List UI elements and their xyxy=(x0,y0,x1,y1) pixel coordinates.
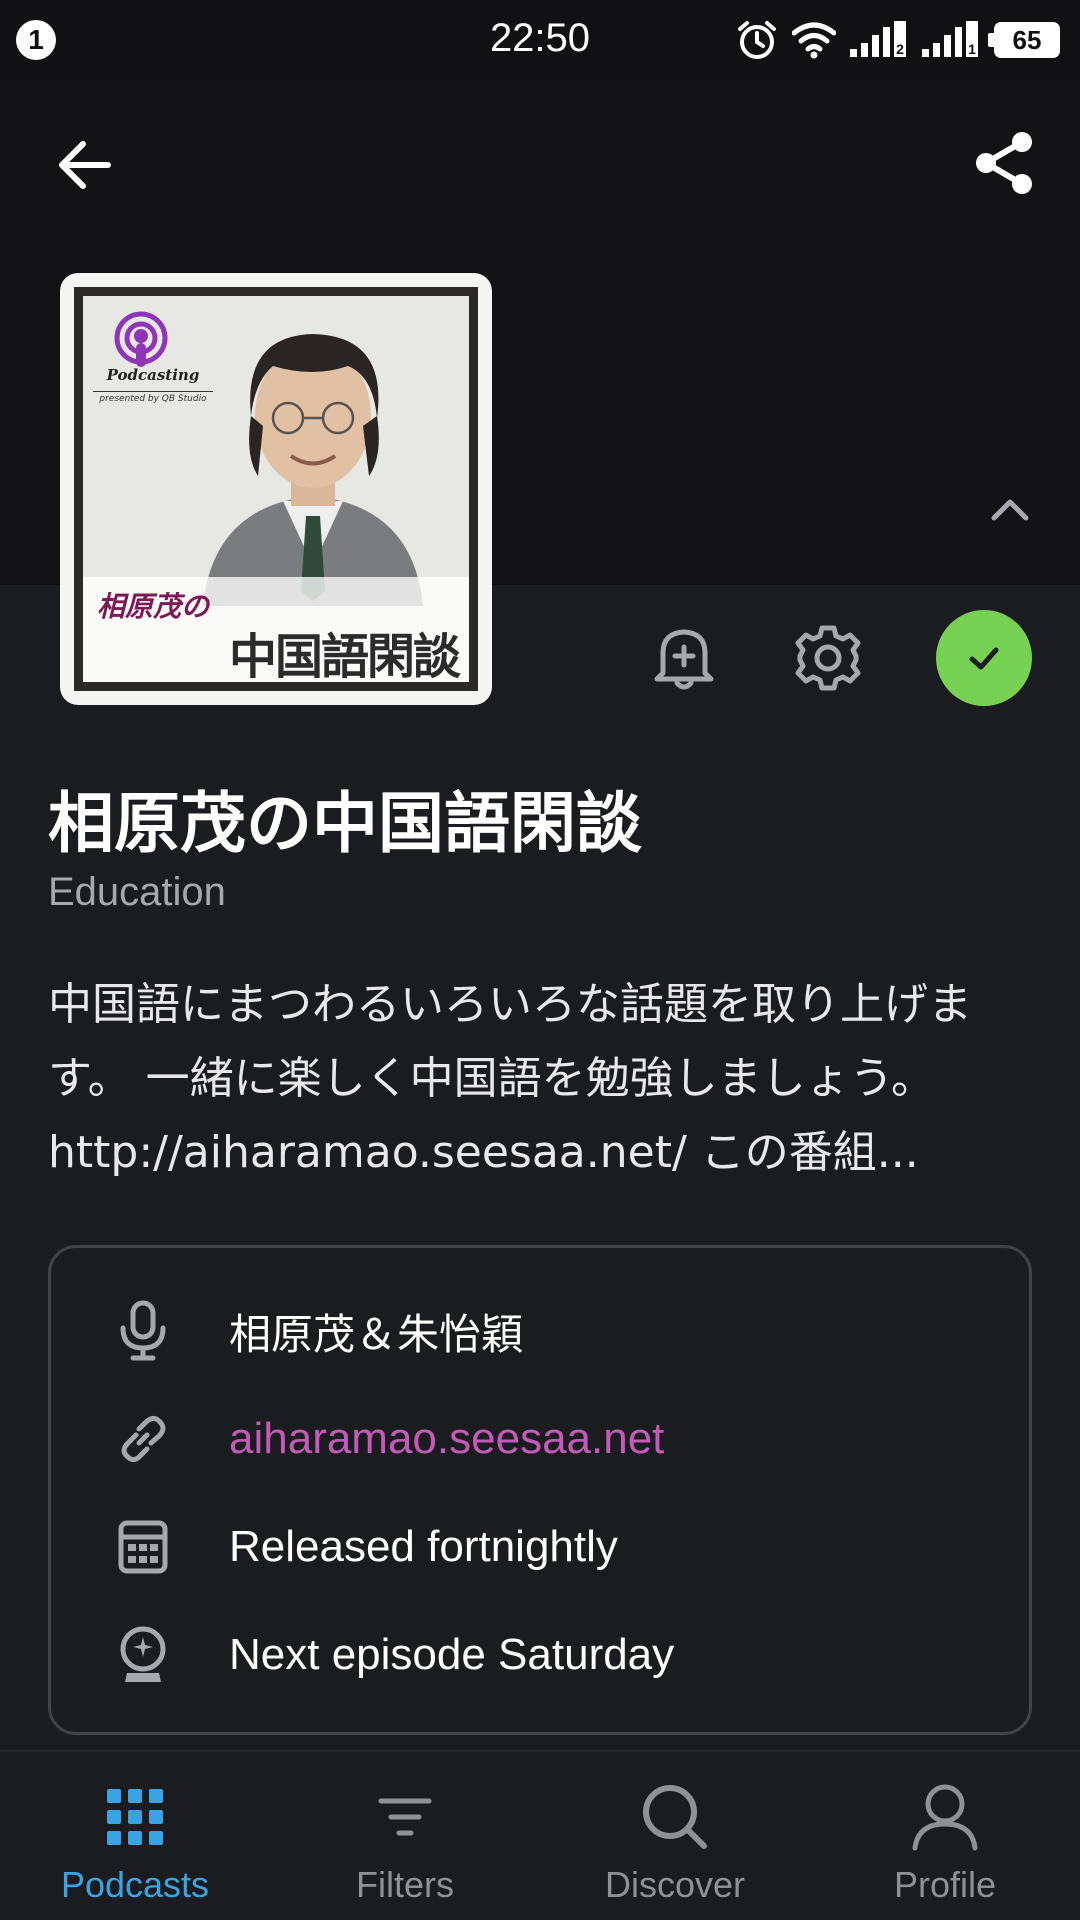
author-row: 相原茂＆朱怡穎 xyxy=(51,1286,1029,1376)
svg-text:2: 2 xyxy=(896,41,904,57)
podcast-category: Education xyxy=(48,870,226,914)
back-button[interactable] xyxy=(50,130,120,200)
person-icon xyxy=(810,1780,1080,1854)
filter-icon xyxy=(270,1780,540,1854)
wifi-icon xyxy=(792,22,836,59)
alarm-icon xyxy=(738,21,776,59)
tab-filters[interactable]: Filters xyxy=(270,1752,540,1920)
host-portrait-image xyxy=(203,334,423,606)
podcast-website-link[interactable]: aiharamao.seesaa.net xyxy=(229,1414,664,1464)
crystal-ball-icon xyxy=(113,1625,173,1685)
tab-discover-label: Discover xyxy=(604,1864,746,1905)
tab-podcasts[interactable]: Podcasts xyxy=(0,1752,270,1920)
podcast-settings-button[interactable] xyxy=(780,610,876,706)
artwork-frame: Podcasting presented by QB Studio 相原茂の 中… xyxy=(74,287,478,691)
next-episode-row: Next episode Saturday xyxy=(51,1610,1029,1700)
podcast-description[interactable]: 中国語にまつわるいろいろな話題を取り上げます。 一緒に楽しく中国語を勉強しましょ… xyxy=(48,968,1038,1190)
podcast-author: 相原茂＆朱怡穎 xyxy=(229,1309,524,1359)
share-button[interactable] xyxy=(970,128,1040,198)
calendar-icon xyxy=(113,1517,173,1577)
release-frequency-row: Released fortnightly xyxy=(51,1502,1029,1592)
podcast-title: 相原茂の中国語閑談 xyxy=(48,785,642,862)
bottom-navigation: Podcasts Filters Discover Profile xyxy=(0,1750,1080,1920)
next-episode: Next episode Saturday xyxy=(229,1630,675,1679)
tab-profile-label: Profile xyxy=(893,1864,997,1905)
podcast-artwork: Podcasting presented by QB Studio 相原茂の 中… xyxy=(60,273,492,705)
artwork-title-band: 相原茂の 中国語閑談 xyxy=(83,577,469,682)
bell-plus-icon xyxy=(654,629,714,690)
tab-discover[interactable]: Discover xyxy=(540,1752,810,1920)
podcasts-logo-icon xyxy=(114,311,168,367)
artwork-title-small: 相原茂の xyxy=(97,590,210,623)
subscribed-button[interactable] xyxy=(936,610,1032,706)
battery-icon: 65 xyxy=(988,22,1060,58)
share-icon xyxy=(976,132,1032,194)
microphone-icon xyxy=(113,1300,173,1361)
link-icon xyxy=(113,1409,173,1469)
gear-icon xyxy=(795,625,861,691)
status-bar: 1 22:50 2 1 65 xyxy=(0,0,1080,80)
release-frequency: Released fortnightly xyxy=(229,1522,618,1571)
signal-sim1-icon: 1 xyxy=(922,21,978,57)
chevron-up-icon xyxy=(991,499,1029,521)
tab-filters-label: Filters xyxy=(356,1864,454,1905)
arrow-left-icon xyxy=(59,141,111,189)
check-icon xyxy=(969,647,999,670)
status-icons: 2 1 65 xyxy=(736,18,1060,62)
website-row[interactable]: aiharamao.seesaa.net xyxy=(51,1394,1029,1484)
artwork-title-big: 中国語閑談 xyxy=(228,629,461,685)
collapse-header-button[interactable] xyxy=(980,480,1040,540)
tab-podcasts-label: Podcasts xyxy=(60,1864,210,1905)
signal-sim2-icon: 2 xyxy=(850,21,906,57)
svg-text:1: 1 xyxy=(968,41,976,57)
tab-profile[interactable]: Profile xyxy=(810,1752,1080,1920)
podcast-info-card: 相原茂＆朱怡穎 aiharamao.seesaa.net Released fo… xyxy=(48,1245,1032,1735)
notifications-button[interactable] xyxy=(636,610,732,706)
search-icon xyxy=(540,1780,810,1854)
grid-icon xyxy=(0,1780,270,1854)
